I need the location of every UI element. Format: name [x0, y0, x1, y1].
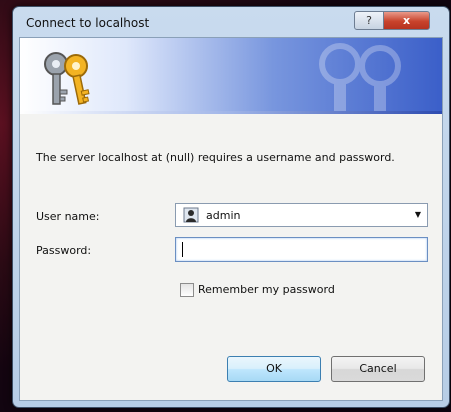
cancel-button[interactable]: Cancel — [331, 356, 425, 382]
title-bar[interactable]: Connect to localhost ? x — [13, 7, 449, 37]
password-field[interactable] — [175, 237, 428, 262]
close-button[interactable]: x — [383, 11, 430, 30]
username-value: admin — [206, 209, 241, 222]
help-button[interactable]: ? — [354, 11, 384, 30]
username-label: User name: — [36, 210, 100, 223]
user-icon — [183, 207, 199, 223]
login-dialog: Connect to localhost ? x The server loca… — [12, 6, 450, 408]
username-combobox[interactable]: admin ▼ — [175, 203, 428, 227]
dialog-banner — [20, 38, 442, 114]
keys-icon — [44, 52, 90, 105]
keys-watermark-icon — [319, 43, 401, 114]
auth-message: The server localhost at (null) requires … — [36, 151, 395, 164]
password-label: Password: — [36, 244, 92, 257]
banner-divider — [20, 111, 442, 114]
text-caret — [182, 242, 183, 257]
dialog-body: The server localhost at (null) requires … — [19, 37, 443, 401]
ok-button[interactable]: OK — [227, 356, 321, 382]
remember-password-checkbox[interactable] — [180, 283, 194, 297]
dropdown-arrow-icon[interactable]: ▼ — [415, 210, 421, 219]
remember-password-label[interactable]: Remember my password — [198, 283, 335, 296]
dialog-title: Connect to localhost — [26, 16, 150, 30]
